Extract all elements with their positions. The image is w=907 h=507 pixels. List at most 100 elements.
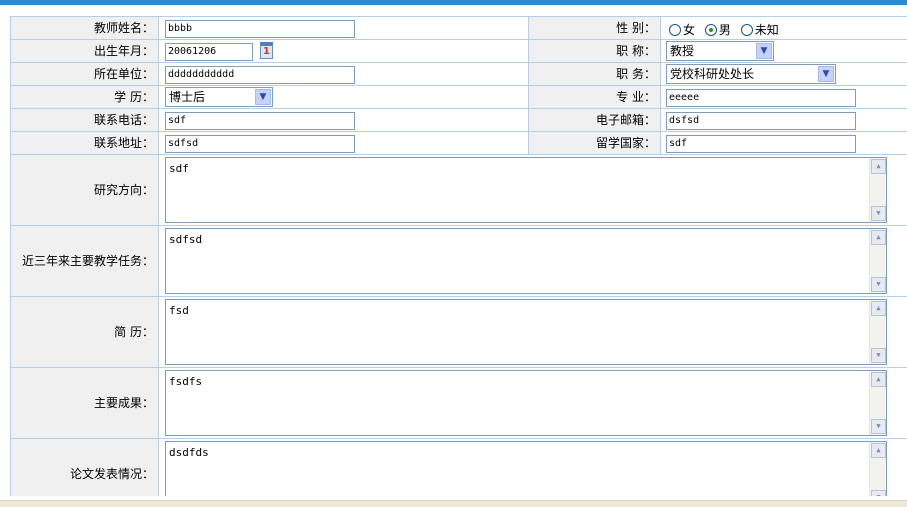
chevron-down-icon[interactable]: ▼ (255, 89, 271, 105)
name-label-cell: 教师姓名： (10, 17, 158, 39)
email-value-cell: dsfsd (660, 109, 907, 131)
form-row-resume: 简 历： fsd ▲ ▼ (10, 297, 907, 368)
papers-label-cell: 论文发表情况： (10, 439, 158, 496)
gender-option-unknown[interactable]: 未知 (740, 23, 779, 37)
title-value-cell: 教授 ▼ (660, 40, 907, 62)
scroll-up-icon[interactable]: ▲ (871, 230, 886, 245)
resume-value-cell: fsd ▲ ▼ (158, 297, 907, 367)
birth-label: 出生年月： (93, 44, 154, 58)
birth-date-input[interactable]: 20061206 (165, 43, 253, 61)
name-value-cell: bbbb (158, 17, 528, 39)
form-row-research: 研究方向： sdf ▲ ▼ (10, 155, 907, 226)
chevron-down-icon[interactable]: ▼ (756, 43, 772, 59)
phone-input[interactable]: sdf (165, 112, 355, 130)
country-value-cell: sdf (660, 132, 907, 154)
phone-label: 联系电话： (93, 113, 154, 127)
radio-unknown-icon[interactable] (740, 24, 753, 36)
teacher-info-form: 教师姓名： bbbb 性 别： 女 男 未知 出生年月： 20061206 1 … (10, 16, 907, 496)
form-row-teaching: 近三年来主要教学任务： sdfsd ▲ ▼ (10, 226, 907, 297)
achievements-label-cell: 主要成果： (10, 368, 158, 438)
gender-option-male[interactable]: 男 (704, 23, 731, 37)
scroll-up-icon[interactable]: ▲ (871, 159, 886, 174)
email-input[interactable]: dsfsd (666, 112, 856, 130)
country-label-cell: 留学国家： (528, 132, 660, 154)
textarea-scrollbar[interactable]: ▲ ▼ (869, 158, 886, 222)
research-label: 研究方向： (93, 183, 154, 197)
scroll-up-icon[interactable]: ▲ (871, 443, 886, 458)
research-label-cell: 研究方向： (10, 155, 158, 225)
radio-male-selected-icon[interactable] (704, 24, 717, 36)
gender-option-female[interactable]: 女 (669, 23, 695, 37)
resume-label: 简 历： (114, 325, 154, 339)
name-input[interactable]: bbbb (165, 20, 355, 38)
major-label: 专 业： (616, 90, 656, 104)
scroll-up-icon[interactable]: ▲ (871, 301, 886, 316)
scroll-down-icon[interactable]: ▼ (871, 206, 886, 221)
major-value-cell: eeeee (660, 86, 907, 108)
position-value-cell: 党校科研处处长 ▼ (660, 63, 907, 85)
phone-value-cell: sdf (158, 109, 528, 131)
status-bar (0, 500, 907, 507)
degree-value-cell: 博士后 ▼ (158, 86, 528, 108)
gender-label: 性 别： (616, 21, 656, 35)
resume-label-cell: 简 历： (10, 297, 158, 367)
title-label-cell: 职 称： (528, 40, 660, 62)
address-label-cell: 联系地址： (10, 132, 158, 154)
major-label-cell: 专 业： (528, 86, 660, 108)
position-select[interactable]: 党校科研处处长 ▼ (666, 64, 836, 84)
phone-label-cell: 联系电话： (10, 109, 158, 131)
form-row-unit-position: 所在单位： ddddddddddd 职 务： 党校科研处处长 ▼ (10, 63, 907, 86)
radio-female-icon[interactable] (669, 24, 681, 36)
research-textarea[interactable]: sdf ▲ ▼ (165, 157, 887, 223)
resume-textarea[interactable]: fsd ▲ ▼ (165, 299, 887, 365)
form-row-degree-major: 学 历： 博士后 ▼ 专 业： eeeee (10, 86, 907, 109)
form-row-papers: 论文发表情况： dsdfds ▲ ▼ (10, 439, 907, 496)
scroll-down-icon[interactable]: ▼ (871, 419, 886, 434)
gender-value-cell: 女 男 未知 (660, 17, 907, 39)
textarea-scrollbar[interactable]: ▲ ▼ (869, 229, 886, 293)
teaching-textarea[interactable]: sdfsd ▲ ▼ (165, 228, 887, 294)
address-label: 联系地址： (93, 136, 154, 150)
scroll-down-icon[interactable]: ▼ (871, 348, 886, 363)
gender-label-cell: 性 别： (528, 17, 660, 39)
achievements-label: 主要成果： (93, 396, 154, 410)
form-row-birth-title: 出生年月： 20061206 1 职 称： 教授 ▼ (10, 40, 907, 63)
unit-value-cell: ddddddddddd (158, 63, 528, 85)
textarea-scrollbar[interactable]: ▲ ▼ (869, 371, 886, 435)
scroll-up-icon[interactable]: ▲ (871, 372, 886, 387)
position-label: 职 务： (616, 67, 656, 81)
chevron-down-icon[interactable]: ▼ (818, 66, 834, 82)
form-row-name-gender: 教师姓名： bbbb 性 别： 女 男 未知 (10, 17, 907, 40)
calendar-icon[interactable]: 1 (260, 42, 273, 59)
title-select[interactable]: 教授 ▼ (666, 41, 774, 61)
form-row-phone-email: 联系电话： sdf 电子邮箱： dsfsd (10, 109, 907, 132)
birth-label-cell: 出生年月： (10, 40, 158, 62)
form-row-achievements: 主要成果： fsdfs ▲ ▼ (10, 368, 907, 439)
scroll-down-icon[interactable]: ▼ (871, 277, 886, 292)
major-input[interactable]: eeeee (666, 89, 856, 107)
unit-label-cell: 所在单位： (10, 63, 158, 85)
birth-value-cell: 20061206 1 (158, 40, 528, 62)
research-value-cell: sdf ▲ ▼ (158, 155, 907, 225)
papers-textarea[interactable]: dsdfds ▲ ▼ (165, 441, 887, 496)
achievements-textarea[interactable]: fsdfs ▲ ▼ (165, 370, 887, 436)
country-label: 留学国家： (595, 136, 656, 150)
position-label-cell: 职 务： (528, 63, 660, 85)
name-label: 教师姓名： (93, 21, 154, 35)
teaching-label-cell: 近三年来主要教学任务： (10, 226, 158, 296)
teaching-value-cell: sdfsd ▲ ▼ (158, 226, 907, 296)
study-abroad-country-input[interactable]: sdf (666, 135, 856, 153)
teaching-label: 近三年来主要教学任务： (21, 254, 154, 268)
degree-select[interactable]: 博士后 ▼ (165, 87, 273, 107)
degree-label: 学 历： (114, 90, 154, 104)
unit-input[interactable]: ddddddddddd (165, 66, 355, 84)
unit-label: 所在单位： (93, 67, 154, 81)
textarea-scrollbar[interactable]: ▲ ▼ (869, 442, 886, 496)
form-row-address-country: 联系地址： sdfsd 留学国家： sdf (10, 132, 907, 155)
title-label: 职 称： (616, 44, 656, 58)
papers-value-cell: dsdfds ▲ ▼ (158, 439, 907, 496)
address-value-cell: sdfsd (158, 132, 528, 154)
textarea-scrollbar[interactable]: ▲ ▼ (869, 300, 886, 364)
scroll-down-icon[interactable]: ▼ (871, 490, 886, 496)
address-input[interactable]: sdfsd (165, 135, 355, 153)
